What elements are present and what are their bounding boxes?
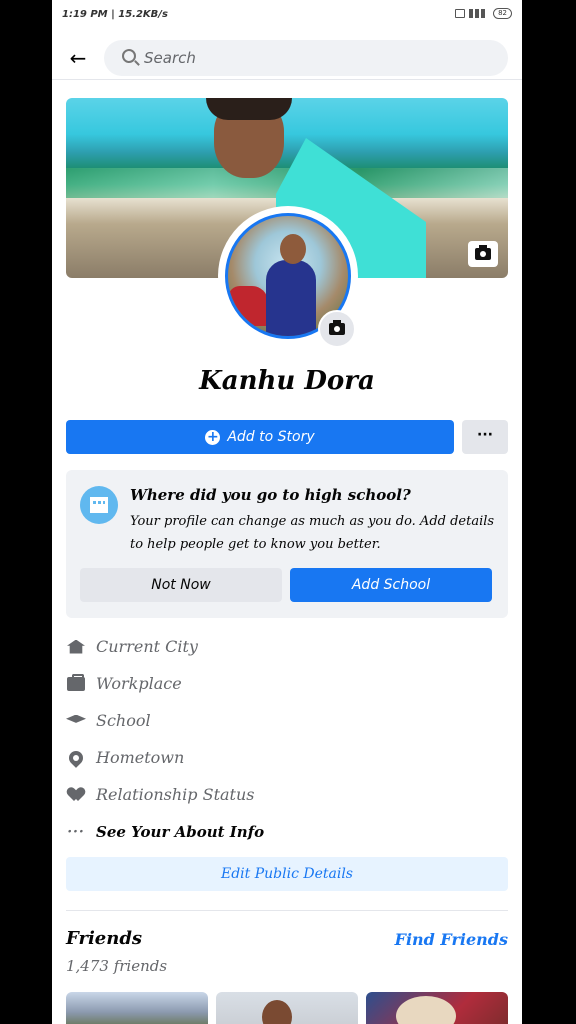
home-icon-wrap — [66, 637, 86, 657]
about-current-city[interactable]: Current City — [66, 628, 508, 665]
battery-icon: 82 — [493, 8, 512, 19]
briefcase-icon-wrap — [66, 673, 86, 694]
add-to-story-button[interactable]: + Add to Story — [66, 420, 454, 454]
cover-camera-button[interactable] — [468, 241, 498, 267]
friend-thumbnail[interactable] — [216, 992, 358, 1024]
about-school[interactable]: School — [66, 702, 508, 739]
school-prompt-card: Where did you go to high school? Your pr… — [66, 470, 508, 618]
status-time: 1:19 PM | 15.2KB/s — [62, 9, 168, 20]
heart-icon — [68, 788, 84, 802]
about-item-label: Relationship Status — [96, 785, 255, 804]
sim-icon — [455, 9, 466, 18]
building-shape — [90, 497, 108, 513]
about-item-label: School — [96, 711, 151, 730]
about-section: Current City Workplace School Hometown R… — [66, 628, 508, 850]
dots-icon-wrap: ··· — [66, 822, 86, 842]
plus-circle-icon: + — [205, 428, 221, 445]
friend-thumbnail[interactable] — [366, 992, 508, 1024]
friends-heading: Friends — [66, 928, 143, 949]
about-workplace[interactable]: Workplace — [66, 665, 508, 702]
school-building-icon — [80, 486, 118, 524]
not-now-button[interactable]: Not Now — [80, 568, 282, 602]
heart-icon-wrap — [66, 785, 86, 805]
about-item-label: Current City — [96, 637, 198, 656]
friends-count: 1,473 friends — [66, 957, 168, 975]
top-bar: ← — [52, 36, 522, 80]
section-divider — [66, 910, 508, 911]
location-pin-icon — [66, 747, 86, 768]
profile-screen: 1:19 PM | 15.2KB/s 82 ← Kanhu Dora — [52, 0, 522, 1024]
camera-icon — [475, 245, 491, 260]
avatar-person-head — [280, 234, 306, 264]
search-input[interactable] — [144, 40, 494, 76]
search-icon — [122, 49, 136, 63]
avatar-person-body — [266, 260, 316, 336]
edit-public-details-button[interactable]: Edit Public Details — [66, 857, 508, 891]
graduation-cap-icon — [66, 714, 86, 723]
about-item-label: Hometown — [96, 748, 185, 767]
status-icons: 82 — [455, 8, 512, 19]
status-bar: 1:19 PM | 15.2KB/s 82 — [52, 0, 522, 30]
school-prompt-title: Where did you go to high school? — [130, 486, 411, 504]
graduation-cap-icon-wrap — [66, 711, 86, 731]
location-pin-icon-wrap — [66, 747, 86, 768]
profile-camera-button[interactable] — [318, 310, 356, 348]
search-bar[interactable] — [104, 40, 508, 76]
add-to-story-label: Add to Story — [227, 429, 315, 445]
dots-icon: ··· — [67, 823, 85, 840]
signal-icon — [469, 9, 490, 18]
more-options-button[interactable]: ··· — [462, 420, 508, 454]
friend-thumbnail[interactable] — [66, 992, 208, 1024]
home-icon — [67, 639, 85, 654]
back-arrow-icon[interactable]: ← — [66, 46, 90, 70]
cover-person-hair — [206, 98, 292, 120]
briefcase-icon — [67, 673, 85, 691]
find-friends-link[interactable]: Find Friends — [395, 930, 508, 949]
see-about-info-link[interactable]: ··· See Your About Info — [66, 813, 508, 850]
about-relationship-status[interactable]: Relationship Status — [66, 776, 508, 813]
avatar-car — [228, 286, 268, 326]
camera-icon — [329, 320, 345, 335]
about-hometown[interactable]: Hometown — [66, 739, 508, 776]
about-item-label: Workplace — [96, 674, 182, 693]
profile-name: Kanhu Dora — [199, 366, 375, 396]
add-school-button[interactable]: Add School — [290, 568, 492, 602]
school-prompt-description: Your profile can change as much as you d… — [130, 514, 495, 552]
see-about-info-label: See Your About Info — [96, 822, 265, 841]
